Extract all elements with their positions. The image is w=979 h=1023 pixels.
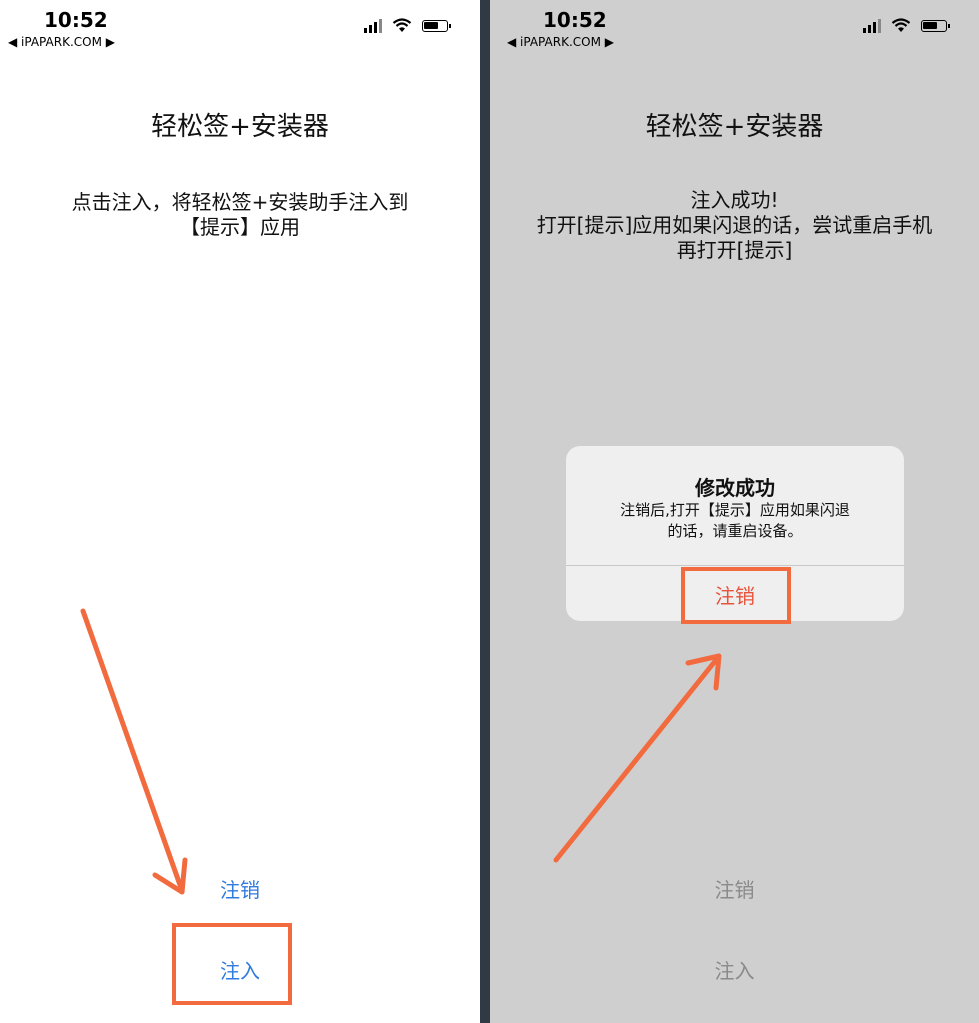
divider <box>480 0 490 1023</box>
right-screen: 10:52 ◀ iPAPARK.COM ▶ 轻松签+安装器 注入成功! 打开[提… <box>490 0 979 1023</box>
arrow-annotation <box>80 608 188 895</box>
arrow-annotation <box>553 653 722 863</box>
left-screen: 10:52 ◀ iPAPARK.COM ▶ 轻松签+安装器 点击注入，将轻松签+… <box>0 0 480 1023</box>
